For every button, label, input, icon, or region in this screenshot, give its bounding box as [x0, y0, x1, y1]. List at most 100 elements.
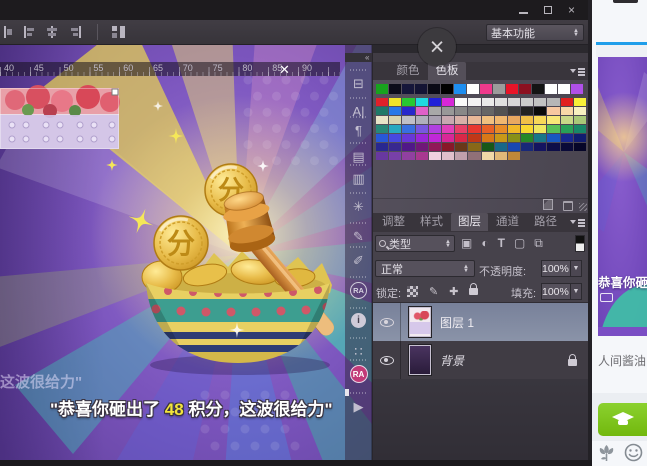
swatch[interactable]	[507, 152, 521, 160]
ra-plugin-icon[interactable]: RA	[345, 282, 372, 299]
swatch[interactable]	[455, 143, 468, 151]
swatch[interactable]	[494, 143, 507, 151]
align-left-edges-icon[interactable]	[21, 25, 36, 39]
swatch[interactable]	[534, 98, 547, 106]
swatch[interactable]	[389, 152, 402, 160]
actions-play-icon[interactable]: ▶	[345, 398, 372, 416]
swatch[interactable]	[468, 116, 481, 124]
swatch[interactable]	[428, 134, 441, 142]
swatch[interactable]	[441, 143, 455, 151]
swatch[interactable]	[521, 116, 534, 124]
filter-type-layers-icon[interactable]: T	[498, 236, 505, 251]
lock-all-icon[interactable]	[469, 283, 479, 295]
swatch[interactable]	[521, 107, 534, 115]
swatch[interactable]	[481, 134, 494, 142]
close-button[interactable]: ×	[565, 3, 578, 17]
recent-swatch[interactable]	[545, 84, 557, 94]
filter-adjustment-layers-icon[interactable]: ◐	[481, 236, 488, 251]
recent-swatch[interactable]	[519, 84, 531, 94]
swatch[interactable]	[521, 143, 534, 151]
swatch[interactable]	[389, 125, 402, 133]
swatch[interactable]	[481, 98, 494, 106]
swatch[interactable]	[376, 125, 389, 133]
swatch[interactable]	[402, 125, 415, 133]
info-icon[interactable]: i	[345, 313, 372, 328]
trash-icon[interactable]	[563, 201, 573, 211]
swatch[interactable]	[376, 143, 389, 151]
share-icon[interactable]: ✳	[345, 198, 372, 216]
swatch[interactable]	[573, 143, 586, 151]
swatch[interactable]	[494, 152, 507, 160]
layer-row-selected[interactable]: 图层 1	[373, 303, 589, 341]
recent-swatch[interactable]	[532, 84, 544, 94]
swatch[interactable]	[415, 116, 428, 124]
swatch[interactable]	[521, 134, 534, 142]
swatch[interactable]	[402, 98, 415, 106]
blend-mode-dropdown[interactable]: 正常 ▲ ▼	[375, 260, 475, 277]
recent-swatch[interactable]	[506, 84, 518, 94]
swatch[interactable]	[376, 116, 389, 124]
swatch[interactable]	[455, 116, 468, 124]
fill-value[interactable]: 100%	[541, 283, 571, 300]
swatch[interactable]	[441, 134, 455, 142]
swatch[interactable]	[376, 98, 389, 106]
swatch[interactable]	[468, 152, 481, 160]
swatch[interactable]	[402, 143, 415, 151]
swatch[interactable]	[389, 143, 402, 151]
swatch[interactable]	[468, 125, 481, 133]
swatch[interactable]	[534, 107, 547, 115]
distribute-icon[interactable]	[111, 25, 127, 39]
character-icon[interactable]: A|	[345, 103, 372, 121]
swatch[interactable]	[402, 152, 415, 160]
tab-路径[interactable]: 路径	[527, 213, 564, 231]
swatch[interactable]	[389, 107, 402, 115]
swatch[interactable]	[573, 125, 586, 133]
swatch[interactable]	[441, 98, 455, 106]
visibility-toggle[interactable]	[373, 341, 401, 379]
swatch[interactable]	[507, 107, 521, 115]
filter-pixel-layers-icon[interactable]: ▣	[461, 236, 472, 251]
chat-action-button[interactable]	[598, 403, 647, 436]
swatch[interactable]	[415, 143, 428, 151]
swatch[interactable]	[560, 143, 573, 151]
ra-avatar-icon[interactable]: RA	[345, 365, 372, 383]
align-partial-icon[interactable]	[4, 25, 12, 39]
swatch[interactable]	[573, 98, 586, 106]
layer-row-background[interactable]: 背景	[373, 341, 589, 379]
swatch[interactable]	[468, 134, 481, 142]
opacity-value[interactable]: 100%	[541, 260, 571, 277]
swatch[interactable]	[560, 116, 573, 124]
recent-swatch[interactable]	[441, 84, 453, 94]
visibility-toggle[interactable]	[373, 303, 401, 341]
tab-样式[interactable]: 样式	[413, 213, 450, 231]
swatch[interactable]	[415, 152, 428, 160]
horizontal-ruler[interactable]: 40 45 50 55 60 65 70 75 80 85 90 ✕	[0, 62, 340, 77]
tab-图层[interactable]: 图层	[451, 213, 488, 231]
swatch[interactable]	[428, 125, 441, 133]
swatch[interactable]	[573, 116, 586, 124]
recent-swatch[interactable]	[428, 84, 440, 94]
swatch[interactable]	[428, 98, 441, 106]
swatch[interactable]	[455, 134, 468, 142]
tab-color[interactable]: 颜色	[390, 62, 426, 80]
layers-panel-menu-icon[interactable]	[570, 219, 585, 227]
swatch[interactable]	[507, 116, 521, 124]
recent-swatch[interactable]	[467, 84, 479, 94]
new-swatch-icon[interactable]	[543, 199, 553, 210]
swatch[interactable]	[481, 125, 494, 133]
recent-swatch[interactable]	[415, 84, 427, 94]
swatch[interactable]	[441, 152, 455, 160]
lock-transparency-icon[interactable]	[407, 286, 418, 297]
swatch[interactable]	[415, 125, 428, 133]
floating-close-button[interactable]: ×	[418, 28, 456, 66]
align-centers-icon[interactable]	[45, 25, 60, 39]
swatch[interactable]	[428, 116, 441, 124]
filter-toggle-chip[interactable]	[575, 235, 585, 252]
panel-menu-icon[interactable]	[570, 68, 585, 76]
swatch[interactable]	[376, 134, 389, 142]
swatch[interactable]	[428, 143, 441, 151]
lock-pixels-icon[interactable]: ✎	[429, 285, 438, 298]
swatch[interactable]	[481, 152, 494, 160]
swatch[interactable]	[468, 107, 481, 115]
swatch[interactable]	[521, 98, 534, 106]
